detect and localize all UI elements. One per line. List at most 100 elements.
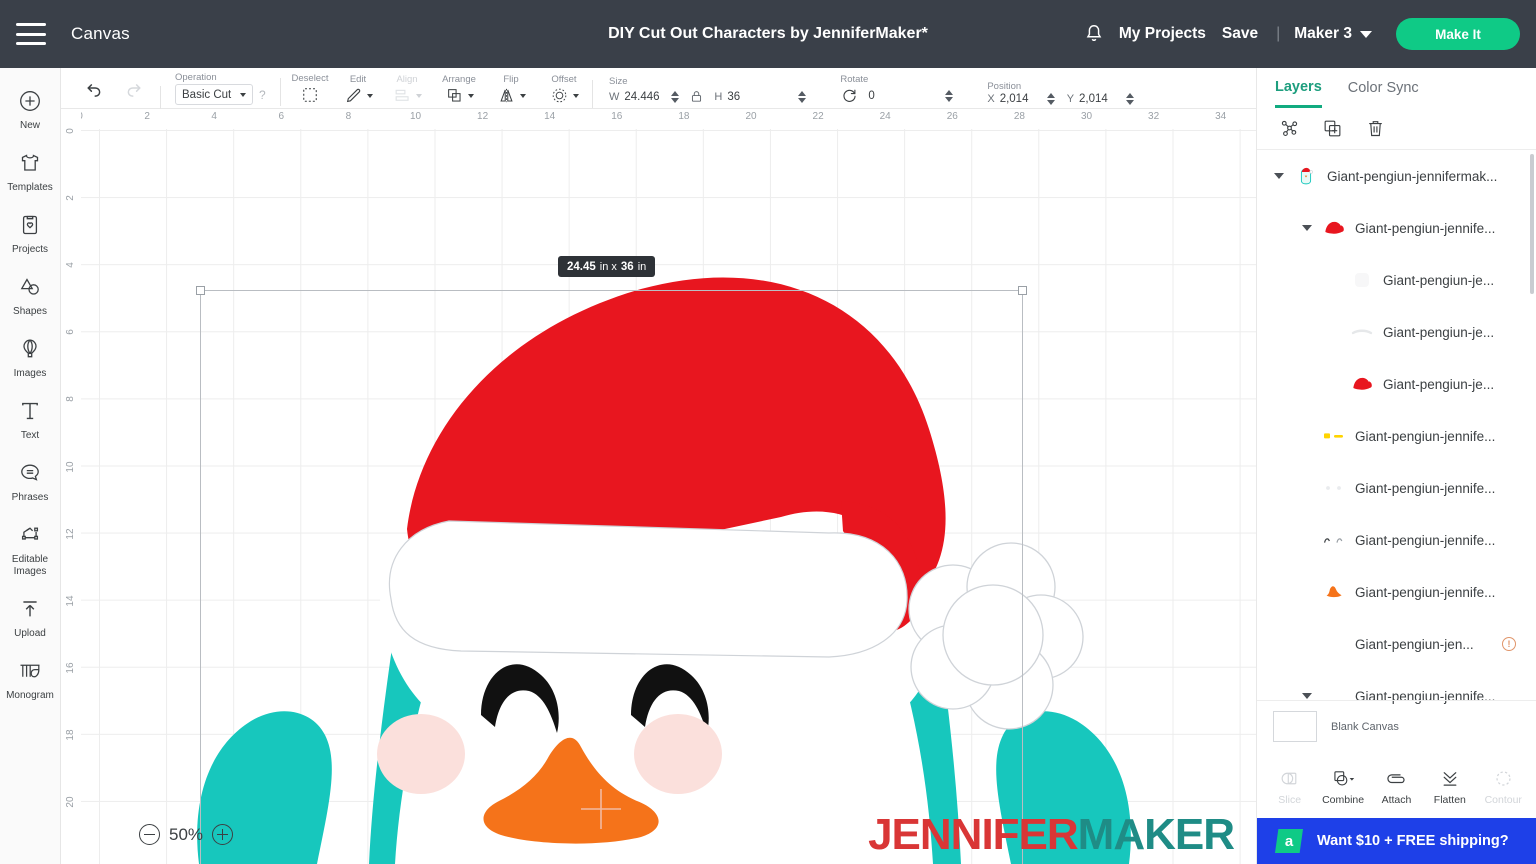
chevron-down-icon[interactable] — [519, 93, 526, 98]
offset-icon[interactable] — [550, 86, 569, 105]
y-stepper[interactable] — [1126, 93, 1135, 105]
position-x-field[interactable]: X 2,014 — [987, 93, 1055, 105]
layer-row[interactable]: Giant-pengiun-jennife... — [1257, 462, 1536, 514]
sidebar-item-phrases[interactable]: Phrases — [0, 450, 61, 512]
chevron-down-icon[interactable] — [467, 93, 474, 98]
undo-icon[interactable] — [83, 80, 104, 101]
slice-label: Slice — [1278, 794, 1302, 806]
layer-row[interactable]: Giant-pengiun-je... — [1257, 254, 1536, 306]
layer-thumbnail — [1349, 371, 1375, 397]
x-value: 2,014 — [999, 93, 1029, 105]
resize-handle-tl[interactable] — [196, 286, 205, 295]
sidebar-item-images[interactable]: Images — [0, 326, 61, 388]
lock-closed-icon[interactable] — [689, 88, 704, 105]
attach-button[interactable]: Attach — [1370, 766, 1422, 806]
layer-thumbnail — [1321, 631, 1347, 657]
layer-warning-icon[interactable]: ! — [1502, 637, 1516, 651]
position-y-field[interactable]: Y 2,014 — [1067, 93, 1135, 105]
x-label: X — [987, 93, 995, 105]
notification-bell-icon[interactable] — [1083, 22, 1105, 46]
trash-icon[interactable] — [1365, 118, 1386, 139]
layer-row[interactable]: Giant-pengiun-je... — [1257, 306, 1536, 358]
layer-row[interactable]: Giant-pengiun-je... — [1257, 358, 1536, 410]
height-stepper[interactable] — [798, 90, 807, 103]
save-button[interactable]: Save — [1222, 25, 1258, 43]
rotate-caption: Rotate — [840, 74, 869, 85]
layer-thumbnail — [1321, 475, 1347, 501]
design-canvas[interactable]: 24.45 in x 36 in 02468101214161820222426… — [61, 109, 1256, 864]
width-field[interactable]: W 24.446 — [609, 90, 680, 103]
ruler-h-tick: 22 — [812, 111, 824, 122]
edit-caption: Edit — [349, 74, 367, 85]
chevron-down-icon — [415, 93, 422, 98]
duplicate-icon[interactable] — [1322, 118, 1343, 139]
combine-icon — [1331, 766, 1356, 790]
sidebar-item-shapes[interactable]: Shapes — [0, 264, 61, 326]
deselect-icon[interactable] — [300, 85, 320, 105]
height-value: 36 — [727, 90, 741, 103]
flip-icon[interactable] — [497, 86, 516, 105]
layer-row[interactable]: Giant-pengiun-jennife... — [1257, 410, 1536, 462]
selection-bounding-box[interactable] — [196, 286, 1027, 864]
canvas-label[interactable]: Canvas — [71, 24, 130, 44]
combine-button[interactable]: Combine — [1317, 766, 1369, 806]
tab-layers[interactable]: Layers — [1275, 68, 1322, 108]
layer-row[interactable]: Giant-pengiun-jennife... — [1257, 202, 1536, 254]
ruler-v-tick: 20 — [65, 796, 76, 808]
layer-row[interactable]: Giant-pengiun-jennife... — [1257, 514, 1536, 566]
flatten-icon — [1439, 766, 1461, 790]
zoom-control[interactable]: 50% — [139, 824, 234, 845]
layer-row[interactable]: Giant-pengiun-jen...! — [1257, 618, 1536, 670]
x-stepper[interactable] — [1046, 93, 1055, 105]
chevron-down-icon[interactable] — [1299, 225, 1315, 231]
promo-banner[interactable]: a Want $10 + FREE shipping? — [1257, 818, 1536, 864]
tab-color-sync[interactable]: Color Sync — [1348, 68, 1419, 108]
upload-arrow-icon — [18, 595, 42, 623]
sidebar-item-new[interactable]: New — [0, 78, 61, 140]
chevron-down-icon[interactable] — [572, 93, 579, 98]
rotate-stepper[interactable] — [945, 89, 954, 102]
hamburger-icon[interactable] — [16, 23, 46, 45]
sidebar-item-editable-images[interactable]: Editable Images — [0, 512, 61, 586]
horizontal-ruler: 0246810121416182022242628303234 — [61, 109, 1256, 129]
sidebar-item-text[interactable]: Text — [0, 388, 61, 450]
sidebar-label-text: Text — [20, 430, 40, 441]
layers-scrollbar[interactable] — [1530, 154, 1534, 294]
shapes-icon — [18, 273, 42, 301]
layer-name: Giant-pengiun-jennife... — [1355, 220, 1496, 236]
rotate-field[interactable]: 0 — [868, 89, 954, 102]
speech-bubble-icon — [18, 459, 42, 487]
sidebar-item-projects[interactable]: Projects — [0, 202, 61, 264]
width-stepper[interactable] — [671, 90, 680, 103]
sidebar-label-monogram: Monogram — [6, 690, 54, 701]
edit-pencil-icon[interactable] — [344, 86, 363, 105]
layer-row[interactable]: Giant-pengiun-jennife... — [1257, 566, 1536, 618]
machine-selector[interactable]: Maker 3 — [1294, 25, 1372, 43]
height-field[interactable]: H 36 — [714, 90, 807, 103]
chevron-down-icon[interactable] — [1271, 173, 1287, 179]
rotate-icon[interactable] — [840, 86, 859, 105]
operation-help-icon[interactable]: ? — [259, 88, 266, 102]
chevron-down-icon[interactable] — [366, 93, 373, 98]
layers-list[interactable]: Giant-pengiun-jennifermak... Giant-pengi… — [1257, 150, 1536, 738]
width-label: W — [609, 90, 620, 103]
operation-select[interactable]: Basic Cut — [175, 84, 253, 105]
size-tooltip: 24.45 in x 36 in — [558, 256, 656, 277]
my-projects-link[interactable]: My Projects — [1119, 25, 1206, 43]
chevron-down-icon[interactable] — [1299, 693, 1315, 699]
sidebar-item-upload[interactable]: Upload — [0, 586, 61, 648]
plus-circle-icon — [18, 87, 42, 115]
blank-canvas-row[interactable]: Blank Canvas — [1257, 700, 1536, 752]
sidebar-item-templates[interactable]: Templates — [0, 140, 61, 202]
zoom-minus-icon[interactable] — [139, 824, 160, 845]
resize-handle-tr[interactable] — [1018, 286, 1027, 295]
zoom-plus-icon[interactable] — [212, 824, 234, 845]
group-nodes-icon[interactable] — [1279, 118, 1300, 139]
arrange-icon[interactable] — [445, 86, 464, 105]
make-it-button[interactable]: Make It — [1396, 18, 1520, 50]
flatten-button[interactable]: Flatten — [1424, 766, 1476, 806]
slice-icon — [1279, 766, 1300, 790]
layer-row[interactable]: Giant-pengiun-jennifermak... — [1257, 150, 1536, 202]
sidebar-item-monogram[interactable]: Monogram — [0, 648, 61, 710]
right-panel: Layers Color Sync Giant-pengiun-jennifer… — [1256, 68, 1536, 864]
